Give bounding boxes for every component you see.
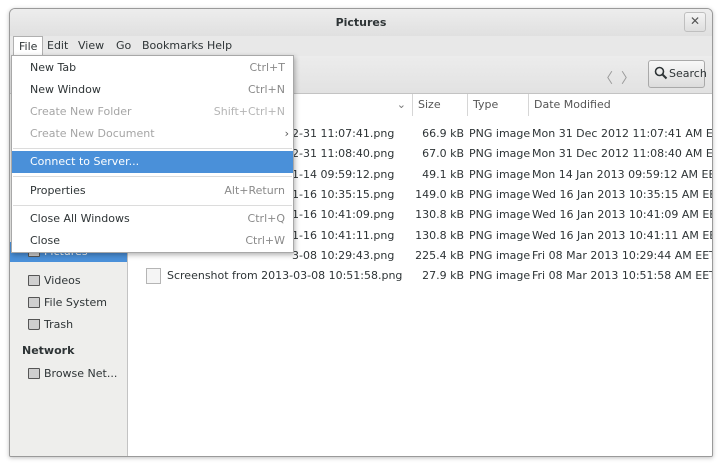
column-header-date-modified[interactable]: Date Modified: [529, 94, 712, 116]
menu-item-close-all-windows[interactable]: Close All Windows Ctrl+Q: [12, 208, 293, 230]
file-size: 67.0 kB: [422, 147, 464, 161]
file-name: 1-16 10:41:09.png: [292, 208, 395, 222]
file-type: PNG image: [469, 167, 531, 181]
menu-item-create-new-document: Create New Document ›: [12, 123, 293, 145]
videos-folder-icon: [28, 275, 40, 286]
file-manager-window: Pictures ✕ File Edit View Go Bookmarks H…: [9, 8, 713, 457]
file-type: PNG image: [469, 147, 531, 161]
sidebar-item-browse-network[interactable]: Browse Net...: [10, 364, 127, 384]
menu-item-close[interactable]: Close Ctrl+W: [12, 230, 293, 252]
sidebar-item-videos[interactable]: Videos: [10, 271, 127, 291]
menu-view[interactable]: View: [73, 36, 109, 56]
file-type: PNG image: [469, 269, 531, 283]
close-icon: ✕: [689, 14, 701, 28]
network-icon: [28, 368, 40, 379]
image-file-icon: [146, 268, 161, 285]
menu-edit[interactable]: Edit: [42, 36, 73, 56]
window-title: Pictures: [335, 16, 387, 29]
file-date-modified: Wed 16 Jan 2013 10:35:15 AM EET: [532, 187, 713, 201]
column-header-size[interactable]: Size: [413, 94, 468, 116]
title-bar[interactable]: Pictures ✕: [10, 9, 712, 36]
submenu-chevron-right-icon: ›: [284, 127, 289, 140]
network-heading: Network: [22, 344, 75, 357]
forward-arrow-icon[interactable]: 〉: [621, 68, 635, 88]
file-name: 2-31 11:08:40.png: [292, 147, 395, 161]
file-type: PNG image: [469, 248, 531, 262]
trash-icon: [28, 319, 40, 330]
file-type: PNG image: [469, 228, 531, 242]
file-size: 149.0 kB: [415, 187, 464, 201]
file-type: PNG image: [469, 127, 531, 140]
file-date-modified: Fri 08 Mar 2013 10:51:58 AM EET: [532, 269, 713, 283]
sidebar-item-label: Trash: [44, 318, 74, 331]
file-date-modified: Wed 16 Jan 2013 10:41:09 AM EET: [532, 208, 713, 222]
menu-item-connect-to-server[interactable]: Connect to Server...: [12, 151, 293, 173]
sidebar-item-file-system[interactable]: File System: [10, 293, 127, 313]
menu-go[interactable]: Go: [111, 36, 136, 56]
file-type: PNG image: [469, 208, 531, 222]
menu-bookmarks[interactable]: Bookmarks: [137, 36, 208, 56]
menu-file[interactable]: File: [13, 36, 44, 57]
file-date-modified: Mon 14 Jan 2013 09:59:12 AM EET: [532, 167, 713, 181]
column-header-type[interactable]: Type: [468, 94, 529, 116]
sidebar-item-label: File System: [44, 296, 107, 309]
file-date-modified: Mon 31 Dec 2012 11:08:40 AM EET: [532, 147, 713, 161]
file-size: 49.1 kB: [422, 167, 464, 181]
file-size: 225.4 kB: [415, 248, 464, 262]
sort-chevron-down-icon: ⌄: [396, 98, 406, 111]
file-size: 130.8 kB: [415, 228, 464, 242]
file-date-modified: Fri 08 Mar 2013 10:29:44 AM EET: [532, 248, 713, 262]
file-name: 3-08 10:29:43.png: [292, 248, 395, 262]
menu-item-properties[interactable]: Properties Alt+Return: [12, 180, 293, 202]
menu-item-new-tab[interactable]: New Tab Ctrl+T: [12, 57, 293, 79]
sidebar-item-label: Browse Net...: [44, 367, 118, 380]
menu-help[interactable]: Help: [202, 36, 237, 56]
menu-separator: [13, 148, 292, 149]
close-window-button[interactable]: ✕: [684, 12, 706, 32]
file-name: 1-16 10:41:11.png: [292, 228, 395, 242]
menu-separator: [13, 205, 292, 206]
file-type: PNG image: [469, 187, 531, 201]
table-row[interactable]: Screenshot from 2013-03-08 10:51:58.png 2…: [128, 266, 712, 286]
file-date-modified: Mon 31 Dec 2012 11:07:41 AM EET: [532, 127, 713, 140]
menu-separator: [13, 176, 292, 177]
file-name: Screenshot from 2013-03-08 10:51:58.png: [167, 269, 403, 283]
file-size: 27.9 kB: [422, 269, 464, 283]
menu-item-create-new-folder: Create New Folder Shift+Ctrl+N: [30, 105, 285, 118]
file-name: 1-16 10:35:15.png: [292, 187, 395, 201]
search-button-label: Search: [669, 67, 707, 80]
sidebar-item-label: Videos: [44, 274, 81, 287]
file-name: 1-14 09:59:12.png: [292, 167, 395, 181]
file-size: 66.9 kB: [422, 127, 464, 140]
file-menu-dropdown: New Tab Ctrl+T New Window Ctrl+N Create …: [11, 55, 294, 253]
back-arrow-icon[interactable]: 〈: [599, 68, 613, 88]
search-icon: [654, 66, 668, 80]
file-size: 130.8 kB: [415, 208, 464, 222]
sidebar-item-trash[interactable]: Trash: [10, 315, 127, 335]
file-date-modified: Wed 16 Jan 2013 10:41:11 AM EET: [532, 228, 713, 242]
menu-bar: File Edit View Go Bookmarks Help: [10, 36, 712, 57]
menu-item-new-window[interactable]: New Window Ctrl+N: [12, 79, 293, 101]
search-button[interactable]: Search: [648, 60, 707, 88]
file-name: 2-31 11:07:41.png: [292, 127, 395, 140]
drive-icon: [28, 297, 40, 308]
